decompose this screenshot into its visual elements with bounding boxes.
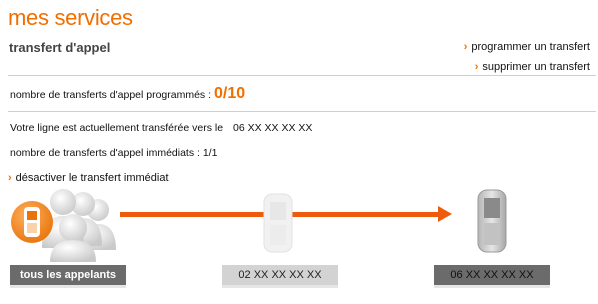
- delete-transfer-label: supprimer un transfert: [482, 61, 590, 73]
- scheduled-count: 0/10: [214, 85, 246, 102]
- page-title: mes services: [8, 5, 133, 30]
- divider: [8, 111, 596, 112]
- current-transfer-row: Votre ligne est actuellement transférée …: [10, 122, 312, 134]
- chevron-right-icon: ›: [8, 172, 12, 184]
- deactivate-immediate-link[interactable]: › désactiver le transfert immédiat: [8, 172, 169, 184]
- label-shadow: [434, 285, 550, 288]
- current-transfer-number: 06 XX XX XX XX: [233, 122, 313, 134]
- origin-number-label: 02 XX XX XX XX: [222, 265, 338, 285]
- section-subtitle: transfert d'appel: [9, 40, 111, 55]
- scheduled-transfers-row: nombre de transferts d'appel programmés …: [10, 85, 245, 103]
- current-transfer-label: Votre ligne est actuellement transférée …: [10, 122, 224, 134]
- delete-transfer-link[interactable]: › supprimer un transfert: [475, 61, 590, 73]
- schedule-transfer-label: programmer un transfert: [471, 41, 590, 53]
- chevron-right-icon: ›: [474, 61, 479, 73]
- label-shadow: [222, 285, 338, 288]
- user-group-icon: [11, 189, 116, 262]
- chevron-right-icon: ›: [463, 41, 468, 53]
- mobile-phone-icon: [477, 189, 507, 253]
- transfer-arrow-head: [438, 206, 452, 222]
- destination-number-label: 06 XX XX XX XX: [434, 265, 550, 285]
- label-shadow: [10, 285, 126, 288]
- immediate-transfers-count: nombre de transferts d'appel immédiats :…: [10, 147, 218, 159]
- deactivate-immediate-label: désactiver le transfert immédiat: [15, 172, 169, 184]
- scheduled-transfers-label: nombre de transferts d'appel programmés …: [10, 89, 212, 101]
- divider: [8, 75, 596, 76]
- source-callers-label: tous les appelants: [10, 265, 126, 285]
- schedule-transfer-link[interactable]: › programmer un transfert: [464, 41, 590, 53]
- mobile-phone-icon: [263, 193, 293, 253]
